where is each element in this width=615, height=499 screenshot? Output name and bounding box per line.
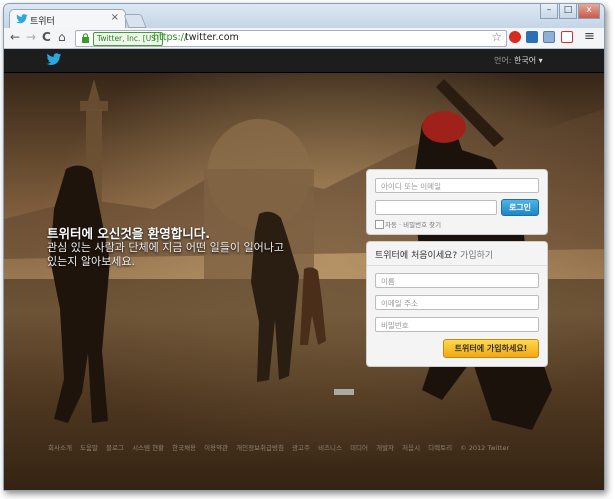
forward-arrow-icon[interactable]: → <box>26 30 36 44</box>
signup-heading-link[interactable]: 가입하기 <box>460 251 493 261</box>
window-controls: – □ x <box>539 4 600 20</box>
calendar-extension-icon[interactable] <box>526 31 538 43</box>
signup-heading: 트위터에 처음이세요? 가입하기 <box>375 248 493 261</box>
email-input[interactable]: 이메일 주소 <box>375 295 539 310</box>
signup-heading-text: 트위터에 처음이세요? <box>375 251 458 261</box>
twitter-logo-icon[interactable] <box>46 53 62 66</box>
bookmark-star-icon[interactable]: ☆ <box>491 30 502 44</box>
footer-link-5[interactable]: 이용약관 <box>204 444 228 452</box>
signup-form: 트위터에 처음이세요? 가입하기 이름 이메일 주소 비밀번호 트위터에 가입하… <box>366 241 548 367</box>
signup-password-input[interactable]: 비밀번호 <box>375 317 539 332</box>
twitter-page: 언어: 한국어 ▾ 트위터에 오신것을 환영합니다. 관심 있는 사람과 단체에… <box>4 49 604 490</box>
mail-extension-icon[interactable] <box>561 31 573 43</box>
home-icon[interactable]: ⌂ <box>58 30 66 44</box>
reload-icon[interactable]: C <box>42 30 51 44</box>
remember-checkbox[interactable] <box>375 220 384 229</box>
footer-links: 회사소개 도움말 블로그 시스템 현황 한국채용 이용약관 개인정보취급방침 광… <box>48 442 568 452</box>
url-host: twitter.com <box>185 32 239 43</box>
browser-tab[interactable]: 트위터 × <box>9 9 126 29</box>
welcome-line-1: 관심 있는 사람과 단체에 지금 어떤 일들이 일어나고 <box>47 241 284 254</box>
window-extension-icon[interactable] <box>543 31 555 43</box>
footer-link-7[interactable]: 광고주 <box>292 444 310 452</box>
footer-link-0[interactable]: 회사소개 <box>48 444 72 452</box>
name-input[interactable]: 이름 <box>375 273 539 288</box>
footer-link-4[interactable]: 한국채용 <box>172 444 196 452</box>
language-selector[interactable]: 언어: 한국어 ▾ <box>494 55 543 66</box>
twitter-bird-icon <box>16 14 28 24</box>
title-bar: 트위터 × – □ x <box>4 4 604 29</box>
welcome-line-2: 있는지 알아보세요. <box>47 255 135 268</box>
remember-forgot-text[interactable]: 자동 · 비밀번호 찾기 <box>385 219 441 229</box>
footer-link-11[interactable]: 처음시 <box>402 444 420 452</box>
footer-link-9[interactable]: 미디어 <box>350 444 368 452</box>
login-form: 아이디 또는 이메일 로그인 자동 · 비밀번호 찾기 <box>366 169 548 235</box>
language-label: 언어: <box>494 56 512 65</box>
tab-title: 트위터 <box>30 17 55 27</box>
language-value: 한국어 ▾ <box>513 56 543 65</box>
browser-window: 트위터 × – □ x ← → C ⌂ Twitter, Inc. [US] h… <box>3 3 605 491</box>
browser-toolbar: ← → C ⌂ Twitter, Inc. [US] https:// twit… <box>4 28 604 49</box>
username-input[interactable]: 아이디 또는 이메일 <box>375 178 539 193</box>
footer-link-3[interactable]: 시스템 현황 <box>132 444 164 452</box>
menu-icon[interactable]: ≡ <box>584 29 595 44</box>
close-window-button[interactable]: x <box>578 4 600 19</box>
back-arrow-icon[interactable]: ← <box>10 30 20 44</box>
signup-button[interactable]: 트위터에 가입하세요! <box>443 339 539 358</box>
welcome-section: 트위터에 오신것을 환영합니다. 관심 있는 사람과 단체에 지금 어떤 일들이… <box>47 226 347 269</box>
signup-divider <box>367 265 547 266</box>
maximize-button[interactable]: □ <box>559 4 577 19</box>
footer-link-2[interactable]: 블로그 <box>106 444 124 452</box>
tab-close-icon[interactable]: × <box>111 12 119 23</box>
footer-link-12[interactable]: 디렉토리 <box>428 444 452 452</box>
password-input[interactable] <box>375 200 497 215</box>
copyright-text: © 2012 Twitter <box>460 444 510 452</box>
footer-link-6[interactable]: 개인정보취급방침 <box>236 444 284 452</box>
welcome-title: 트위터에 오신것을 환영합니다. <box>47 226 210 241</box>
twitter-top-bar: 언어: 한국어 ▾ <box>4 49 604 73</box>
new-tab-button[interactable] <box>123 14 147 28</box>
footer-link-8[interactable]: 비즈니스 <box>318 444 342 452</box>
opera-extension-icon[interactable] <box>509 31 521 43</box>
footer-link-10[interactable]: 개발자 <box>376 444 394 452</box>
login-button[interactable]: 로그인 <box>501 199 539 216</box>
address-bar[interactable]: Twitter, Inc. [US] https:// twitter.com … <box>75 30 507 47</box>
lock-icon <box>82 33 89 43</box>
footer-link-1[interactable]: 도움말 <box>80 444 98 452</box>
minimize-button[interactable]: – <box>540 4 558 19</box>
url-scheme: https:// <box>153 32 188 43</box>
